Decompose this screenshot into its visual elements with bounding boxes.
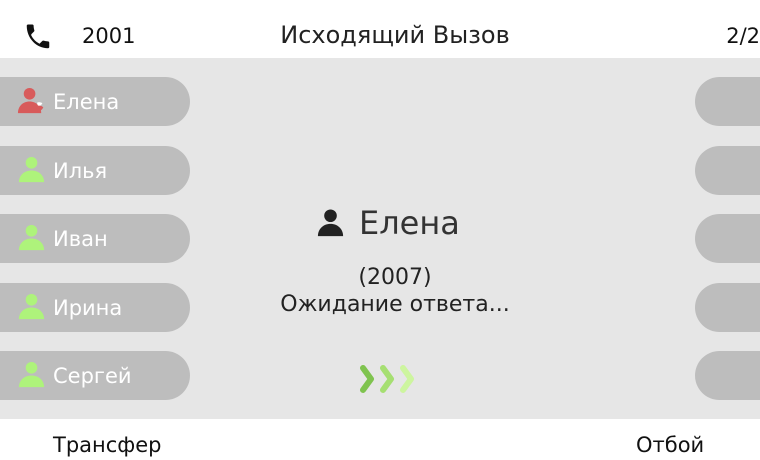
status-header: 2001 Исходящий Вызов 2/2 bbox=[0, 0, 760, 58]
page-title: Исходящий Вызов bbox=[280, 21, 510, 49]
contact-sergey[interactable]: Сергей bbox=[0, 351, 190, 400]
contact-label: Елена bbox=[53, 89, 120, 114]
transfer-button[interactable]: Трансфер bbox=[53, 431, 162, 459]
contact-elena[interactable]: Елена bbox=[0, 77, 190, 126]
softkey-bar: Трансфер Отбой bbox=[0, 419, 760, 460]
contact-ivan[interactable]: Иван bbox=[0, 214, 190, 263]
callee-row: Елена bbox=[315, 203, 460, 243]
person-icon bbox=[18, 361, 45, 388]
call-display: Елена Илья Иван Ирина Сергей Елена (2007… bbox=[0, 58, 760, 419]
person-icon bbox=[18, 156, 45, 183]
contact-label: Иван bbox=[53, 226, 108, 251]
contact-label: Илья bbox=[53, 158, 108, 183]
call-status: Ожидание ответа... bbox=[280, 292, 510, 317]
callee-number: (2007) bbox=[358, 265, 432, 290]
person-icon bbox=[18, 224, 45, 251]
callee-name: Елена bbox=[359, 204, 460, 242]
hangup-button[interactable]: Отбой bbox=[636, 431, 704, 459]
person-icon bbox=[317, 208, 344, 236]
right-slot-5[interactable] bbox=[695, 351, 760, 400]
right-slot-1[interactable] bbox=[695, 77, 760, 126]
right-slot-2[interactable] bbox=[695, 146, 760, 195]
phone-screen: 2001 Исходящий Вызов 2/2 Елена Илья Иван… bbox=[0, 0, 760, 460]
person-busy-icon bbox=[17, 87, 44, 114]
contact-label: Сергей bbox=[53, 363, 132, 388]
right-slot-3[interactable] bbox=[695, 214, 760, 263]
chevron-right-icon bbox=[360, 365, 414, 393]
page-indicator: 2/2 bbox=[726, 24, 760, 48]
contact-ilya[interactable]: Илья bbox=[0, 146, 190, 195]
